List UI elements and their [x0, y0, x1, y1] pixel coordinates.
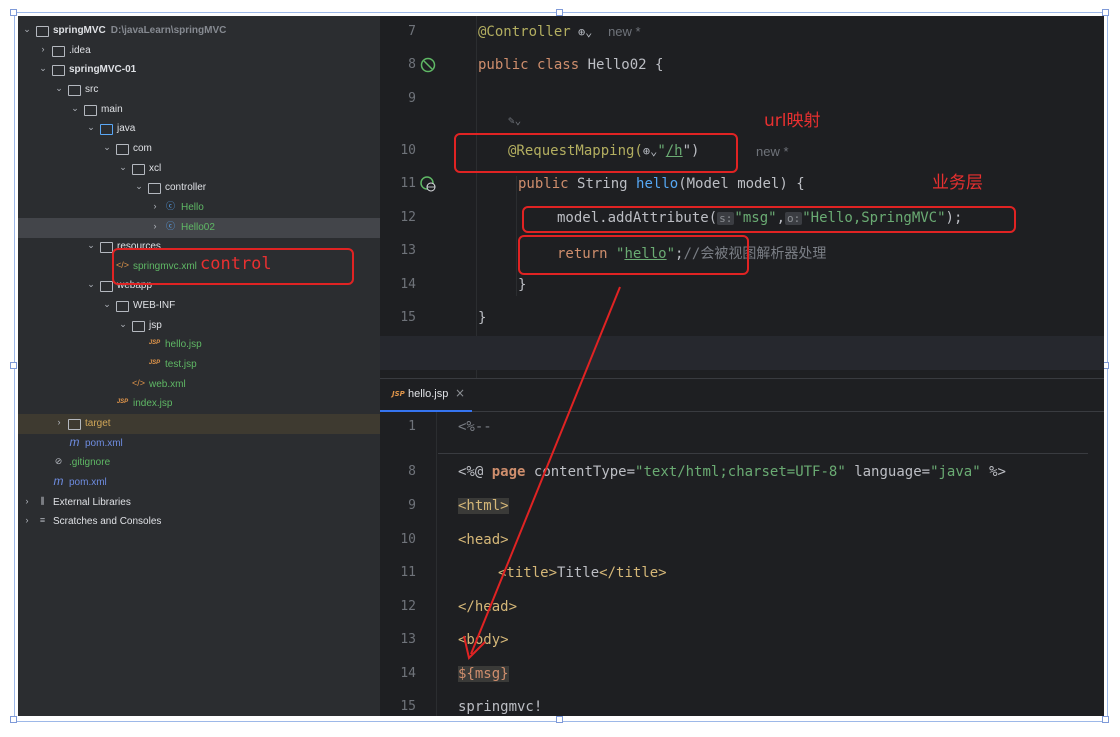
- resize-handle[interactable]: [10, 9, 17, 16]
- annotation-arrow: [463, 286, 621, 660]
- resize-handle[interactable]: [10, 716, 17, 723]
- resize-handle[interactable]: [1102, 716, 1109, 723]
- resize-handle[interactable]: [556, 716, 563, 723]
- resize-handle[interactable]: [556, 9, 563, 16]
- resize-handle[interactable]: [10, 362, 17, 369]
- ide-window: ⌄ springMVC D:\javaLearn\springMVC › .idea ⌄ s…: [18, 16, 1104, 716]
- resize-handle[interactable]: [1102, 9, 1109, 16]
